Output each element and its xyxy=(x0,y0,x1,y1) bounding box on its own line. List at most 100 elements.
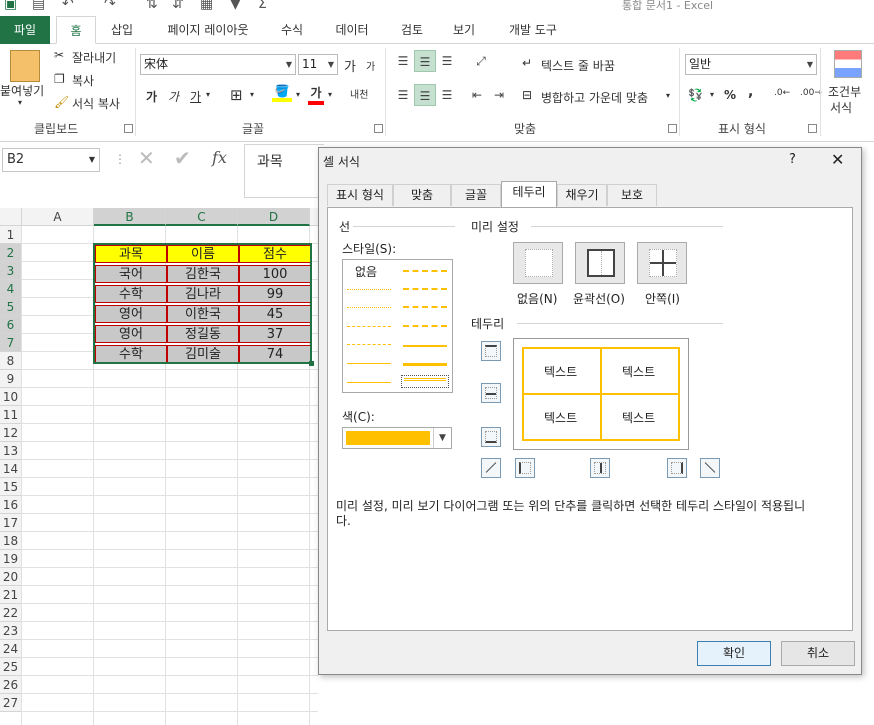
line-style-option[interactable] xyxy=(403,288,447,290)
increase-decimal-icon[interactable]: .0← xyxy=(774,88,790,98)
tab-developer[interactable]: 개발 도구 xyxy=(494,16,572,44)
decrease-indent-icon[interactable]: ⇤ xyxy=(466,84,488,106)
tab-file[interactable]: 파일 xyxy=(0,16,50,44)
line-style-option[interactable] xyxy=(403,325,447,327)
formula-input[interactable]: 과목 xyxy=(244,144,324,198)
row-header[interactable]: 13 xyxy=(0,442,22,460)
font-color-button[interactable]: 가 xyxy=(308,84,324,105)
format-painter-button[interactable]: 서식 복사 xyxy=(72,95,120,112)
close-icon[interactable]: ✕ xyxy=(831,150,844,169)
font-size-select[interactable]: 11 ▼ xyxy=(298,54,338,75)
tab-home[interactable]: 홈 xyxy=(56,16,96,44)
border-inside-vertical-button[interactable] xyxy=(590,458,610,478)
line-style-option[interactable] xyxy=(347,344,391,345)
fill-handle[interactable] xyxy=(309,361,314,366)
row-header[interactable]: 21 xyxy=(0,586,22,604)
orientation-icon[interactable]: ⤢ xyxy=(470,50,492,72)
row-header[interactable]: 3 xyxy=(0,262,22,280)
line-color-select[interactable]: ▼ xyxy=(342,427,452,449)
border-right-button[interactable] xyxy=(667,458,687,478)
border-inside-horizontal-button[interactable] xyxy=(481,383,501,403)
bold-button[interactable]: 가 xyxy=(146,88,157,105)
line-style-option[interactable] xyxy=(347,363,391,364)
cut-button[interactable]: 잘라내기 xyxy=(72,49,116,66)
borders-icon[interactable]: ⊞ xyxy=(230,86,243,104)
form-icon[interactable]: ▦ xyxy=(200,0,213,12)
align-left-icon[interactable]: ☰ xyxy=(392,84,414,106)
row-header[interactable]: 8 xyxy=(0,352,22,370)
preset-none-button[interactable] xyxy=(513,242,563,284)
shrink-font-button[interactable]: 가 xyxy=(366,58,375,73)
row-header[interactable]: 16 xyxy=(0,496,22,514)
column-header-d[interactable]: D xyxy=(238,208,310,226)
row-header[interactable]: 24 xyxy=(0,640,22,658)
filter-icon[interactable]: ▼ xyxy=(230,0,241,12)
line-style-list[interactable]: 없음 xyxy=(342,259,453,393)
row-header[interactable]: 25 xyxy=(0,658,22,676)
tab-page-layout[interactable]: 페이지 레이아웃 xyxy=(152,16,264,44)
confirm-edit-icon[interactable]: ✔ xyxy=(174,146,191,170)
row-header[interactable]: 19 xyxy=(0,550,22,568)
column-header-c[interactable]: C xyxy=(166,208,238,226)
select-all-corner[interactable] xyxy=(0,208,22,226)
row-header[interactable]: 15 xyxy=(0,478,22,496)
grow-font-button[interactable]: 가 xyxy=(344,56,356,75)
row-header[interactable]: 10 xyxy=(0,388,22,406)
row-header[interactable]: 11 xyxy=(0,406,22,424)
row-header[interactable]: 2 xyxy=(0,244,22,262)
row-header[interactable]: 23 xyxy=(0,622,22,640)
conditional-format-icon[interactable] xyxy=(834,50,862,78)
chevron-down-icon[interactable]: ▼ xyxy=(433,428,451,448)
preset-outline-button[interactable] xyxy=(575,242,625,284)
tab-insert[interactable]: 삽입 xyxy=(100,16,144,44)
preset-inside-button[interactable] xyxy=(637,242,687,284)
row-header[interactable]: 27 xyxy=(0,694,22,712)
align-top-icon[interactable]: ☰ xyxy=(392,50,414,72)
border-diagonal-down-button[interactable] xyxy=(700,458,720,478)
row-header[interactable]: 20 xyxy=(0,568,22,586)
number-launcher-icon[interactable] xyxy=(808,124,817,133)
row-header[interactable]: 17 xyxy=(0,514,22,532)
line-style-option[interactable] xyxy=(347,307,391,308)
tab-view[interactable]: 보기 xyxy=(442,16,486,44)
line-style-option[interactable] xyxy=(403,270,447,272)
help-button[interactable]: ? xyxy=(789,152,796,167)
border-left-button[interactable] xyxy=(515,458,535,478)
sum-icon[interactable]: Σ xyxy=(258,0,267,12)
alignment-launcher-icon[interactable] xyxy=(668,124,677,133)
paste-icon[interactable] xyxy=(10,50,40,82)
row-header[interactable]: 1 xyxy=(0,226,22,244)
sort-asc-icon[interactable]: ⇅ xyxy=(146,0,158,12)
row-header[interactable]: 7 xyxy=(0,334,22,352)
cancel-edit-icon[interactable]: ✕ xyxy=(138,146,155,170)
align-middle-icon[interactable]: ☰ xyxy=(414,50,436,72)
row-header[interactable]: 6 xyxy=(0,316,22,334)
row-header[interactable]: 12 xyxy=(0,424,22,442)
tab-formulas[interactable]: 수식 xyxy=(270,16,314,44)
underline-button[interactable]: 가 xyxy=(190,88,201,105)
undo-icon[interactable]: ↶ xyxy=(62,0,74,12)
row-header[interactable]: 9 xyxy=(0,370,22,388)
paste-button[interactable]: 붙여넣기 xyxy=(0,82,44,99)
border-top-button[interactable] xyxy=(481,341,501,361)
phonetic-button[interactable]: 내천 xyxy=(350,86,368,101)
column-header-a[interactable]: A xyxy=(22,208,94,226)
clipboard-launcher-icon[interactable] xyxy=(124,124,133,133)
line-style-option[interactable] xyxy=(347,326,391,327)
insert-function-icon[interactable]: fx xyxy=(212,148,227,167)
tab-border[interactable]: 테두리 xyxy=(501,181,557,207)
row-header[interactable]: 5 xyxy=(0,298,22,316)
wrap-text-button[interactable]: 텍스트 줄 바꿈 xyxy=(541,57,615,74)
line-style-option[interactable] xyxy=(403,363,447,366)
tab-alignment[interactable]: 맞춤 xyxy=(393,184,451,206)
merge-center-button[interactable]: 병합하고 가운데 맞춤 xyxy=(541,89,648,106)
font-launcher-icon[interactable] xyxy=(374,124,383,133)
fill-color-icon[interactable]: 🪣 xyxy=(272,84,292,102)
line-style-option[interactable] xyxy=(403,345,447,347)
cancel-button[interactable]: 취소 xyxy=(781,641,855,666)
row-header[interactable]: 22 xyxy=(0,604,22,622)
increase-indent-icon[interactable]: ⇥ xyxy=(488,84,510,106)
line-style-none[interactable]: 없음 xyxy=(355,263,377,280)
decrease-decimal-icon[interactable]: .00→ xyxy=(800,88,822,98)
font-name-select[interactable]: 宋体 ▼ xyxy=(140,54,296,75)
